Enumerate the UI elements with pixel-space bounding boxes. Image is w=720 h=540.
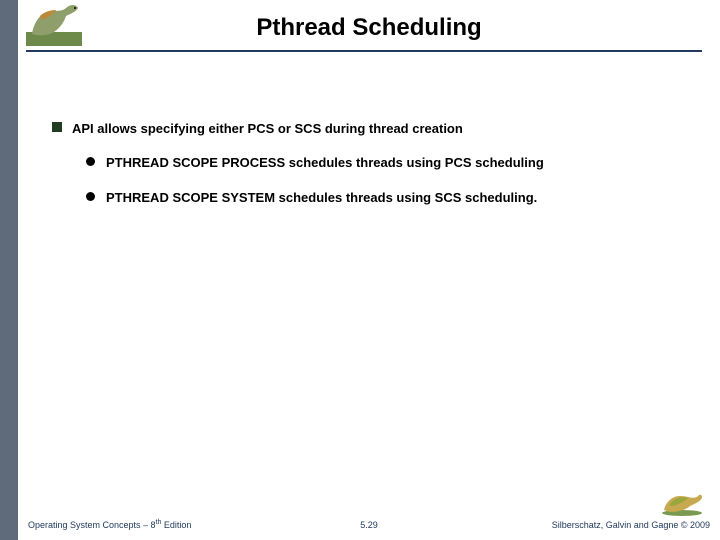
footer: Operating System Concepts – 8th Edition …: [18, 512, 720, 540]
bullet-level1: API allows specifying either PCS or SCS …: [50, 120, 680, 138]
content-area: API allows specifying either PCS or SCS …: [50, 120, 680, 225]
bullet-level2: PTHREAD SCOPE SYSTEM schedules threads u…: [84, 189, 680, 207]
dinosaur-logo-icon: [26, 2, 82, 46]
header: Pthread Scheduling: [18, 0, 720, 56]
footer-copyright: Silberschatz, Galvin and Gagne © 2009: [552, 520, 710, 530]
slide-title: Pthread Scheduling: [18, 0, 720, 42]
bullet-level2: PTHREAD SCOPE PROCESS schedules threads …: [84, 154, 680, 172]
title-underline: [26, 50, 702, 52]
left-sidebar: [0, 0, 18, 540]
